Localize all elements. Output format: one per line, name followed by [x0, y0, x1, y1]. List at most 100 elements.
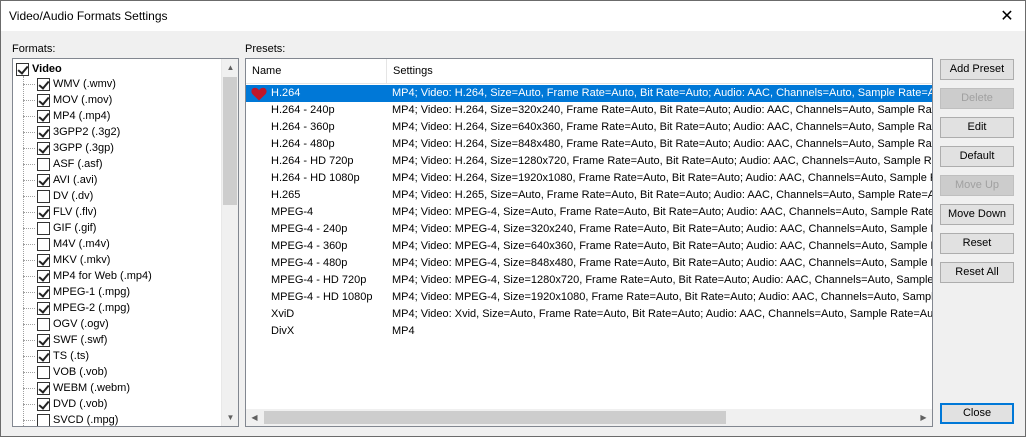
preset-settings: MP4; Video: H.264, Size=848x480, Frame R…	[392, 138, 932, 150]
format-checkbox[interactable]	[37, 237, 50, 251]
scroll-up-icon[interactable]: ▲	[222, 59, 238, 76]
column-header-name[interactable]: Name	[246, 59, 387, 84]
preset-row[interactable]: MPEG-4 - HD 1080p MP4; Video: MPEG-4, Siz…	[246, 289, 932, 306]
presets-label: Presets:	[245, 43, 286, 55]
format-item[interactable]: 3GPP (.3gp)	[13, 140, 223, 156]
preset-name: H.264 - 240p	[271, 104, 335, 116]
preset-name: MPEG-4 - HD 720p	[271, 274, 367, 286]
window-close-icon[interactable]: ✕	[995, 5, 1019, 27]
video-checkbox[interactable]	[16, 62, 29, 76]
preset-row[interactable]: H.264 - 480p MP4; Video: H.264, Size=848x…	[246, 136, 932, 153]
preset-row[interactable]: H.264 - HD 720p MP4; Video: H.264, Size=1…	[246, 153, 932, 170]
presets-horizontal-scrollbar[interactable]: ◀ ▶	[246, 409, 932, 426]
format-checkbox[interactable]	[37, 301, 50, 315]
format-item[interactable]: AVI (.avi)	[13, 172, 223, 188]
edit-button[interactable]: Edit	[940, 117, 1014, 138]
preset-row[interactable]: H.264 - 360p MP4; Video: H.264, Size=640x…	[246, 119, 932, 136]
format-label: WEBM (.webm)	[53, 382, 130, 394]
format-checkbox[interactable]	[37, 141, 50, 155]
preset-name: MPEG-4 - 360p	[271, 240, 348, 252]
format-checkbox[interactable]	[37, 221, 50, 235]
format-item[interactable]: VOB (.vob)	[13, 364, 223, 380]
format-item[interactable]: DV (.dv)	[13, 188, 223, 204]
default-button[interactable]: Default	[940, 146, 1014, 167]
format-item[interactable]: FLV (.flv)	[13, 204, 223, 220]
tree-connector	[23, 308, 35, 309]
format-item[interactable]: TS (.ts)	[13, 348, 223, 364]
formats-vertical-scrollbar[interactable]: ▲ ▼	[221, 59, 238, 426]
preset-row[interactable]: MPEG-4 - HD 720p MP4; Video: MPEG-4, Size…	[246, 272, 932, 289]
format-checkbox[interactable]	[37, 333, 50, 347]
format-item[interactable]: MKV (.mkv)	[13, 252, 223, 268]
format-item[interactable]: MPEG-1 (.mpg)	[13, 284, 223, 300]
tree-connector	[23, 260, 35, 261]
format-checkbox[interactable]	[37, 189, 50, 203]
format-item[interactable]: M4V (.m4v)	[13, 236, 223, 252]
column-header-settings[interactable]: Settings	[387, 59, 932, 84]
scroll-right-icon[interactable]: ▶	[915, 409, 932, 426]
scrollbar-thumb[interactable]	[264, 411, 726, 424]
format-item[interactable]: MOV (.mov)	[13, 92, 223, 108]
format-item[interactable]: SVCD (.mpg)	[13, 412, 223, 426]
move-down-button[interactable]: Move Down	[940, 204, 1014, 225]
format-item[interactable]: 3GPP2 (.3g2)	[13, 124, 223, 140]
formats-tree[interactable]: Video WMV (.wmv) MOV (.mov) MP4 (.mp4) 3GPP…	[12, 58, 239, 427]
format-label: MPEG-2 (.mpg)	[53, 302, 131, 314]
format-checkbox[interactable]	[37, 269, 50, 283]
format-checkbox[interactable]	[37, 157, 50, 171]
preset-name: H.264	[271, 87, 301, 99]
tree-connector	[23, 276, 35, 277]
format-item[interactable]: DVD (.vob)	[13, 396, 223, 412]
preset-settings: MP4; Video: H.264, Size=640x360, Frame R…	[392, 121, 932, 133]
format-checkbox[interactable]	[37, 317, 50, 331]
presets-list[interactable]: Name Settings H.264 MP4; Video: H.264, Si…	[245, 58, 933, 427]
format-checkbox[interactable]	[37, 109, 50, 123]
preset-row[interactable]: MPEG-4 - 480p MP4; Video: MPEG-4, Size=84…	[246, 255, 932, 272]
add-preset-button[interactable]: Add Preset	[940, 59, 1014, 80]
format-checkbox[interactable]	[37, 413, 50, 426]
format-checkbox[interactable]	[37, 253, 50, 267]
delete-button[interactable]: Delete	[940, 88, 1014, 109]
format-checkbox[interactable]	[37, 77, 50, 91]
format-item[interactable]: MP4 (.mp4)	[13, 108, 223, 124]
reset-all-button[interactable]: Reset All	[940, 262, 1014, 283]
format-checkbox[interactable]	[37, 205, 50, 219]
format-item[interactable]: WEBM (.webm)	[13, 380, 223, 396]
preset-row[interactable]: MPEG-4 - 360p MP4; Video: MPEG-4, Size=64…	[246, 238, 932, 255]
tree-root-video[interactable]: Video	[16, 62, 62, 76]
preset-row[interactable]: XviD MP4; Video: Xvid, Size=Auto, Frame R…	[246, 306, 932, 323]
format-item[interactable]: GIF (.gif)	[13, 220, 223, 236]
preset-row[interactable]: MPEG-4 MP4; Video: MPEG-4, Size=Auto, Fra…	[246, 204, 932, 221]
scroll-down-icon[interactable]: ▼	[222, 409, 238, 426]
preset-row[interactable]: MPEG-4 - 240p MP4; Video: MPEG-4, Size=32…	[246, 221, 932, 238]
scroll-left-icon[interactable]: ◀	[246, 409, 263, 426]
preset-row[interactable]: H.264 - HD 1080p MP4; Video: H.264, Size=…	[246, 170, 932, 187]
format-checkbox[interactable]	[37, 397, 50, 411]
preset-row[interactable]: H.264 MP4; Video: H.264, Size=Auto, Frame…	[246, 85, 932, 102]
preset-row[interactable]: H.265 MP4; Video: H.265, Size=Auto, Frame…	[246, 187, 932, 204]
format-checkbox[interactable]	[37, 365, 50, 379]
format-checkbox[interactable]	[37, 173, 50, 187]
format-checkbox[interactable]	[37, 349, 50, 363]
format-item[interactable]: ASF (.asf)	[13, 156, 223, 172]
format-item[interactable]: OGV (.ogv)	[13, 316, 223, 332]
format-checkbox[interactable]	[37, 285, 50, 299]
format-checkbox[interactable]	[37, 93, 50, 107]
move-up-button[interactable]: Move Up	[940, 175, 1014, 196]
close-button[interactable]: Close	[940, 403, 1014, 424]
tree-connector	[23, 356, 35, 357]
tree-connector	[23, 100, 35, 101]
preset-row[interactable]: DivX MP4	[246, 323, 932, 340]
scrollbar-thumb[interactable]	[223, 77, 237, 205]
tree-connector	[23, 180, 35, 181]
format-checkbox[interactable]	[37, 381, 50, 395]
format-item[interactable]: SWF (.swf)	[13, 332, 223, 348]
format-item[interactable]: MPEG-2 (.mpg)	[13, 300, 223, 316]
format-item[interactable]: WMV (.wmv)	[13, 76, 223, 92]
format-item[interactable]: MP4 for Web (.mp4)	[13, 268, 223, 284]
preset-name: H.264 - HD 720p	[271, 155, 354, 167]
format-checkbox[interactable]	[37, 125, 50, 139]
preset-row[interactable]: H.264 - 240p MP4; Video: H.264, Size=320x…	[246, 102, 932, 119]
reset-button[interactable]: Reset	[940, 233, 1014, 254]
format-label: OGV (.ogv)	[53, 318, 109, 330]
